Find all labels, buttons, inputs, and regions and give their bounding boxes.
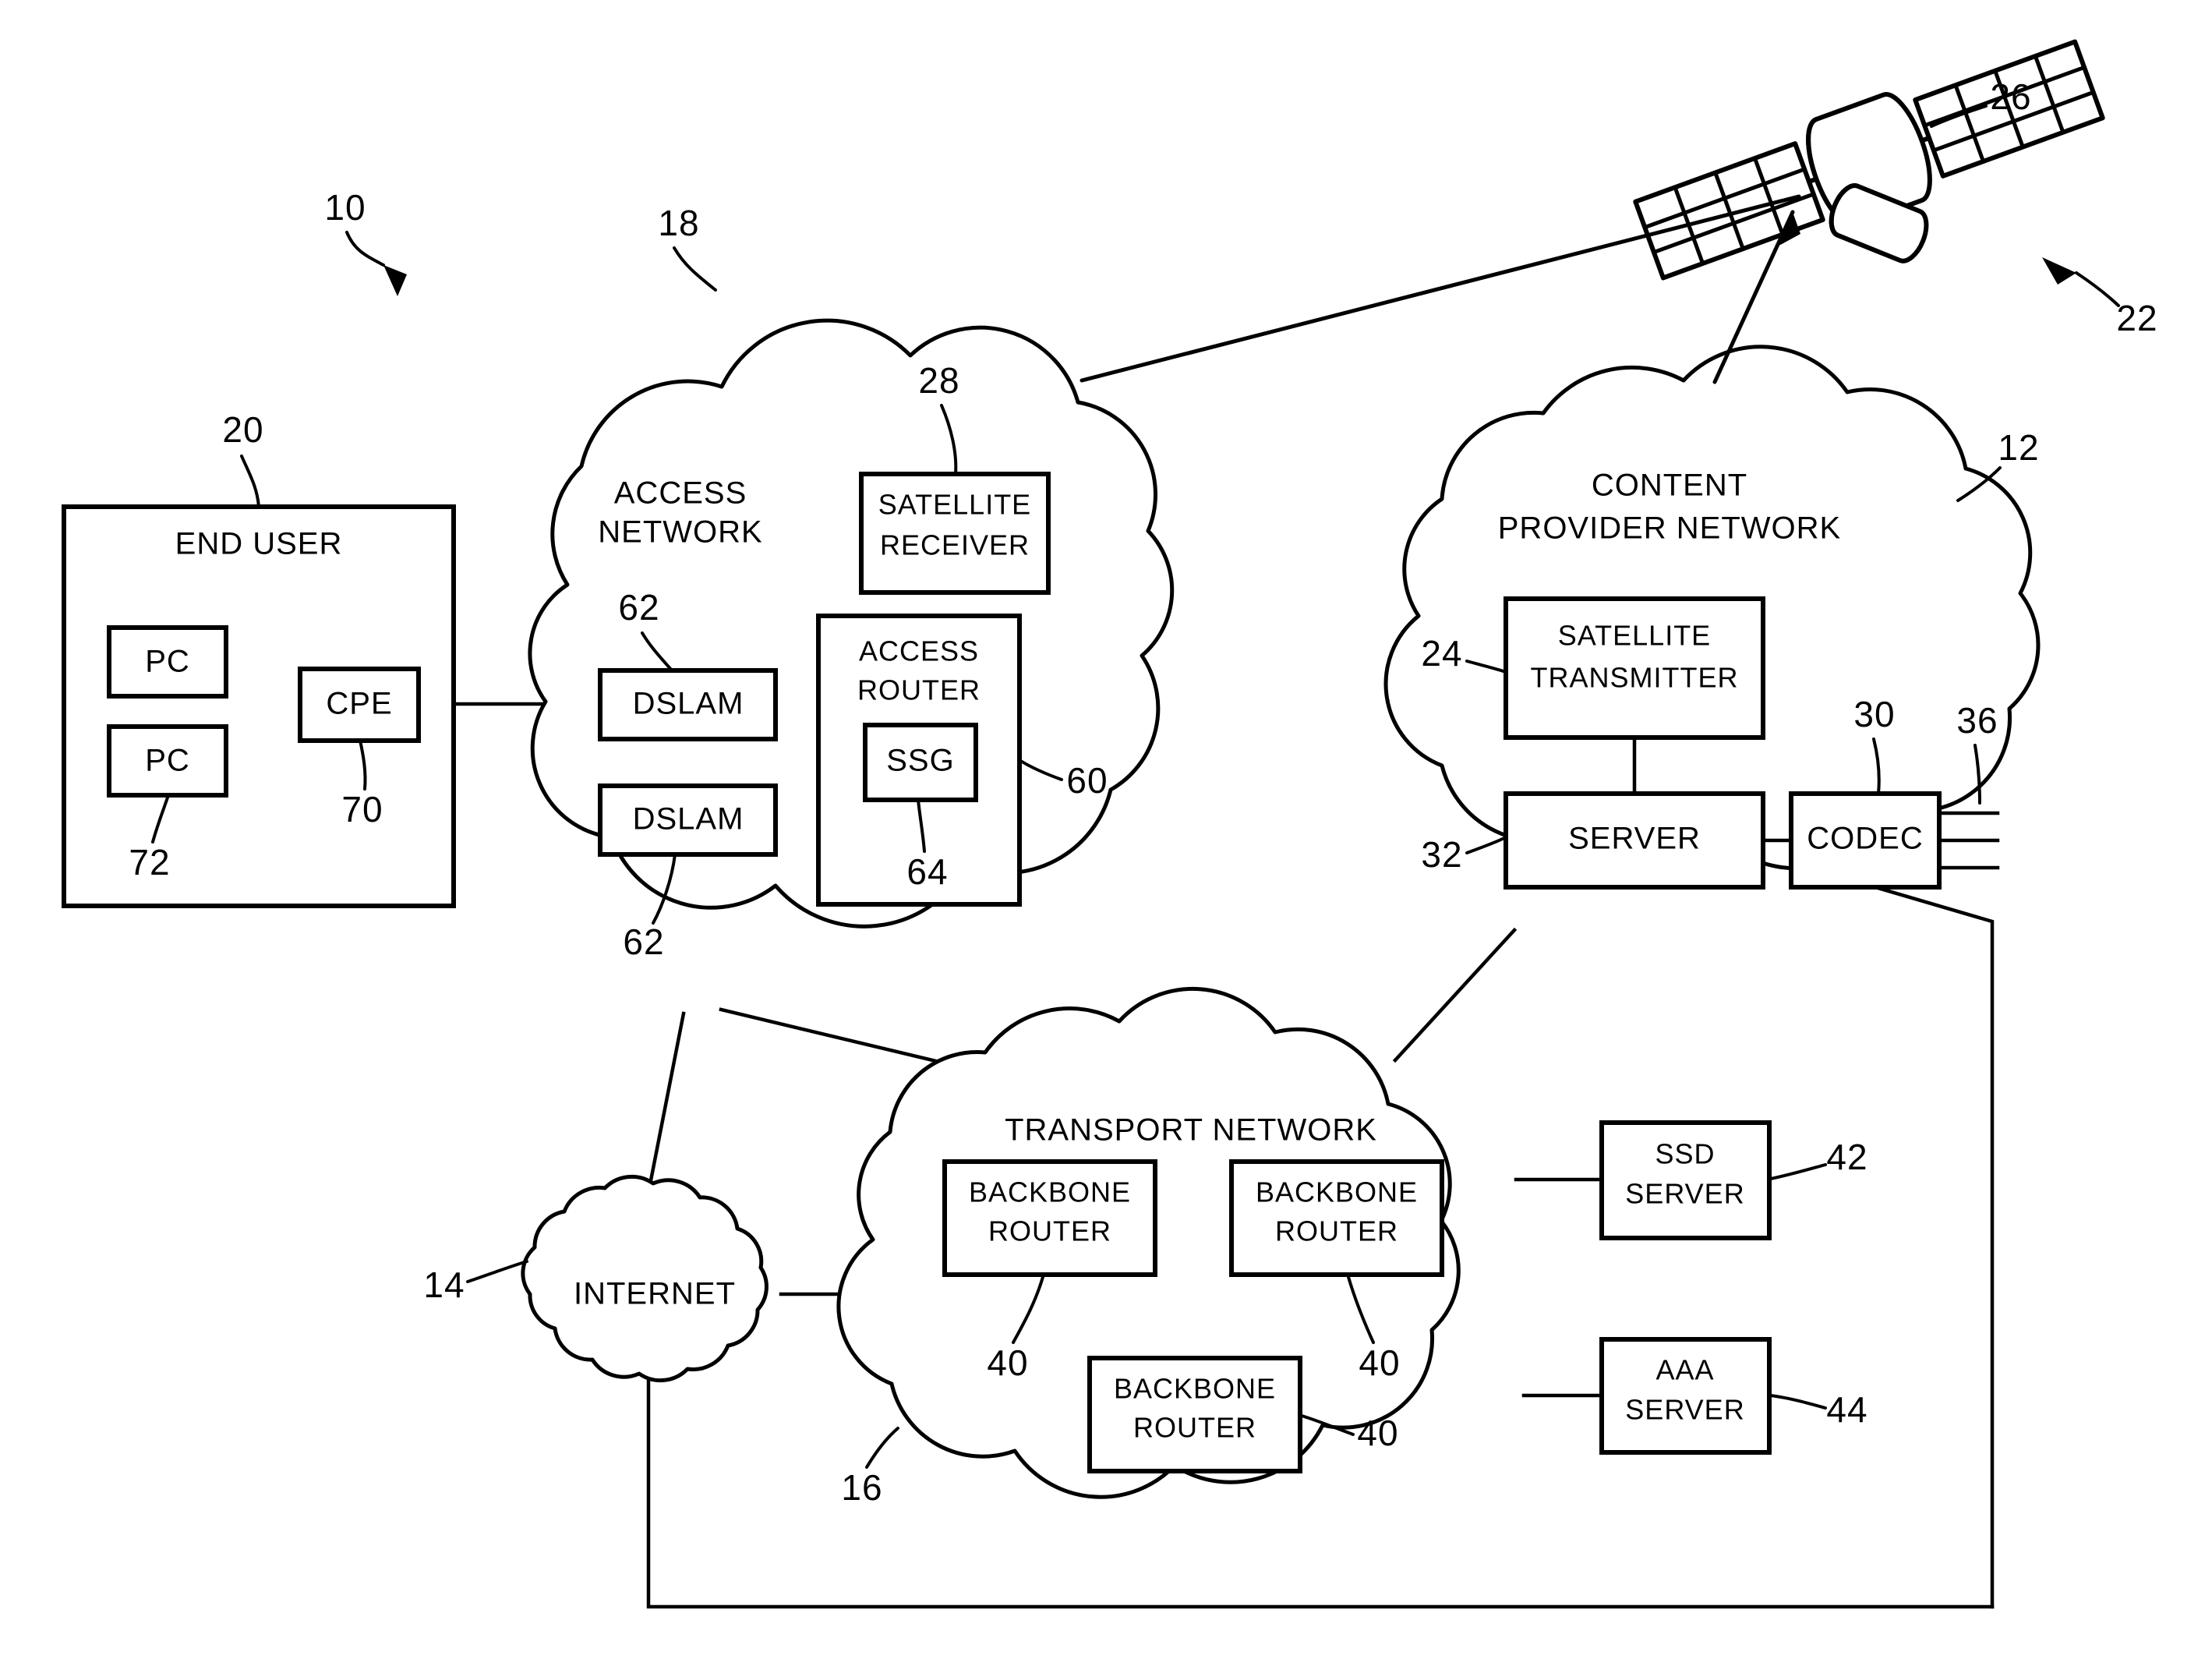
satellite-receiver-label-line1: SATELLITE	[878, 489, 1031, 521]
external-servers: SSD SERVER AAA SERVER	[1599, 1120, 1772, 1455]
satellite-transmitter-label-line2: TRANSMITTER	[1531, 662, 1739, 694]
ssd-server-line1: SSD	[1655, 1138, 1715, 1170]
ref-12: 12	[1998, 427, 2039, 468]
aaa-server-line2: SERVER	[1625, 1394, 1744, 1426]
end-user-title: END USER	[175, 527, 343, 561]
backbone-router-2-line1: BACKBONE	[1256, 1176, 1418, 1208]
ref-14: 14	[423, 1265, 465, 1305]
downlink-beam	[1079, 194, 1801, 383]
dslam-label-bottom: DSLAM	[633, 802, 744, 837]
satellite-transmitter-label-line1: SATELLITE	[1558, 620, 1711, 652]
backbone-router-3-line2: ROUTER	[1133, 1412, 1256, 1444]
pc-label-top: PC	[145, 645, 190, 679]
end-user-panel[interactable]: END USER PC PC CPE	[62, 504, 456, 908]
ref-36: 36	[1956, 700, 1998, 741]
transport-network-title: TRANSPORT NETWORK	[1005, 1113, 1377, 1148]
cpe-label: CPE	[326, 687, 392, 721]
ssg-label: SSG	[886, 744, 954, 778]
satellite-receiver-label-line2: RECEIVER	[880, 528, 1030, 560]
internet-label: INTERNET	[574, 1277, 736, 1311]
ref-22: 22	[2116, 298, 2157, 338]
codec-feed-lines	[1937, 811, 2000, 870]
pc-label-bottom: PC	[145, 744, 190, 778]
ssd-server-line2: SERVER	[1625, 1178, 1744, 1210]
ref-24: 24	[1421, 633, 1462, 674]
internet-cloud[interactable]: INTERNET	[521, 1174, 769, 1383]
access-router-label-line1: ACCESS	[859, 635, 979, 667]
ref-26: 26	[1990, 76, 2031, 117]
ref-40-3: 40	[1357, 1413, 1398, 1453]
ref-32: 32	[1421, 834, 1462, 875]
backbone-router-1-line2: ROUTER	[988, 1215, 1111, 1247]
ref-60: 60	[1066, 760, 1108, 801]
ref-16: 16	[841, 1467, 882, 1508]
ref-44: 44	[1826, 1389, 1867, 1430]
ref-18: 18	[658, 203, 699, 243]
ref-40-2: 40	[1359, 1342, 1400, 1383]
access-network-title-line2: NETWORK	[598, 515, 762, 550]
diagram-svg: INTERNET END USER PC PC CPE ACCESS NETWO…	[62, 39, 2157, 1609]
ref-28: 28	[918, 360, 959, 401]
backbone-router-2-line2: ROUTER	[1275, 1215, 1398, 1247]
ref-20: 20	[222, 409, 263, 450]
cpn-title-line1: CONTENT	[1592, 469, 1747, 503]
server-label: SERVER	[1568, 822, 1701, 856]
cpn-title-line2: PROVIDER NETWORK	[1498, 511, 1841, 546]
ref-30: 30	[1853, 694, 1895, 734]
ref-10: 10	[324, 187, 366, 228]
ref-62-top: 62	[618, 587, 659, 628]
ref-62-bottom: 62	[623, 921, 664, 962]
ref-70: 70	[341, 789, 383, 829]
ref-42: 42	[1826, 1137, 1867, 1177]
backbone-router-1-line1: BACKBONE	[969, 1176, 1131, 1208]
access-network-title-line1: ACCESS	[614, 476, 747, 511]
ref-40-1: 40	[987, 1342, 1028, 1383]
satellite-icon	[1633, 39, 2105, 281]
access-router-label-line2: ROUTER	[857, 674, 981, 706]
aaa-server-line1: AAA	[1655, 1354, 1714, 1386]
dslam-label-top: DSLAM	[633, 687, 744, 721]
backbone-router-3-line1: BACKBONE	[1114, 1373, 1276, 1405]
satellite-beams	[1079, 194, 1801, 384]
codec-label: CODEC	[1807, 822, 1923, 856]
ref-72: 72	[129, 842, 170, 883]
ref-64: 64	[906, 851, 948, 892]
patent-figure-canvas: INTERNET END USER PC PC CPE ACCESS NETWO…	[0, 0, 2212, 1666]
